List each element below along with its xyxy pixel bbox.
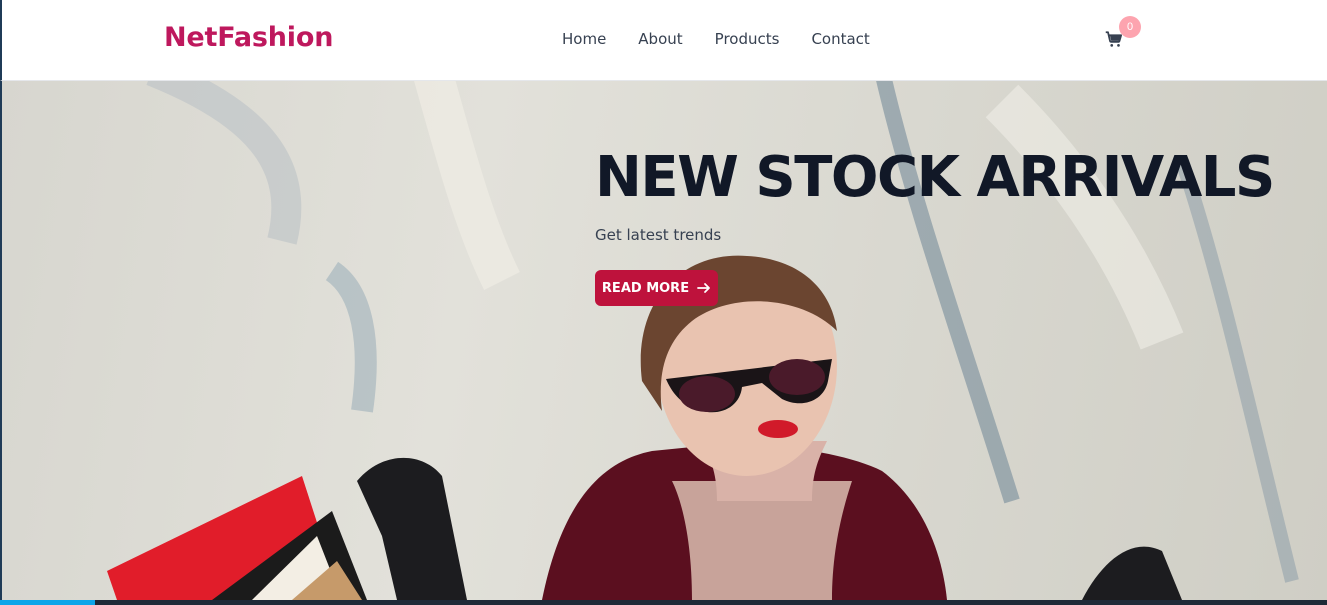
hero-subtitle: Get latest trends <box>595 226 722 244</box>
navbar: NetFashion Home About Products Contact 0 <box>0 0 1327 81</box>
nav-link-contact[interactable]: Contact <box>811 30 869 48</box>
main-nav: Home About Products Contact <box>562 30 870 48</box>
hero-title: NEW STOCK ARRIVALS <box>595 145 1275 210</box>
woman-figure <box>542 255 947 600</box>
arrow-right-icon <box>697 281 711 295</box>
nav-link-about[interactable]: About <box>638 30 682 48</box>
read-more-label: READ MORE <box>601 280 690 296</box>
taskbar-active-segment <box>0 600 95 605</box>
nav-link-home[interactable]: Home <box>562 30 606 48</box>
os-taskbar-strip <box>0 600 1327 605</box>
cart-count-badge: 0 <box>1119 16 1141 38</box>
brand-logo[interactable]: NetFashion <box>164 22 333 53</box>
hero-banner: NEW STOCK ARRIVALS Get latest trends REA… <box>0 81 1327 600</box>
read-more-button[interactable]: READ MORE <box>595 270 718 306</box>
nav-link-products[interactable]: Products <box>715 30 780 48</box>
